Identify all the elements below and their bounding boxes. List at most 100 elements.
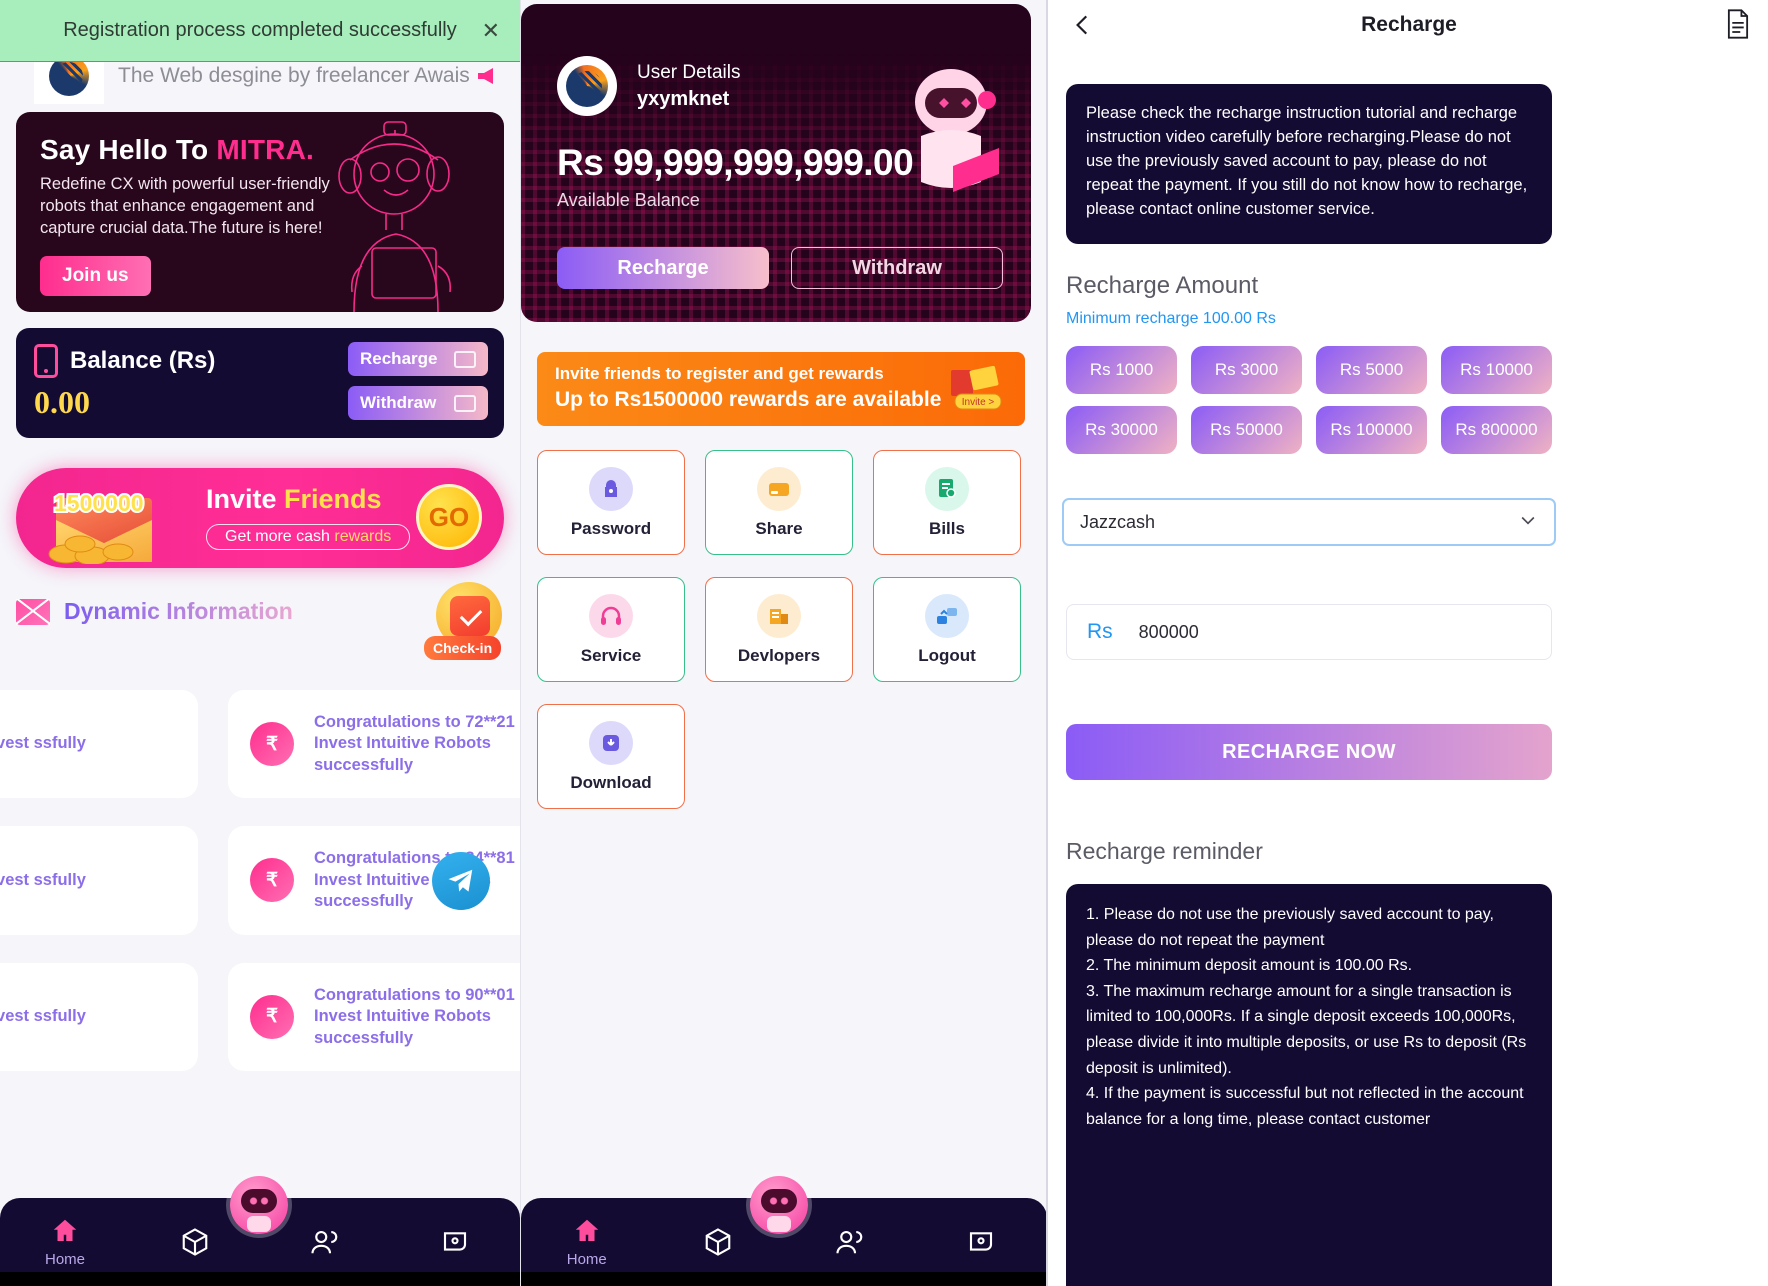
robot-body — [767, 1216, 791, 1232]
logout-icon — [925, 593, 969, 638]
mitra-promo-card: Say Hello To MITRA. Redefine CX with pow… — [16, 112, 504, 312]
cube-icon — [182, 1228, 208, 1256]
download-icon — [589, 720, 633, 765]
tile-share[interactable]: Share — [705, 450, 853, 555]
middle-home-panel: User Details yxymknet Rs 99,999,999,999.… — [520, 0, 1046, 1286]
dynamic-card: Congratulations to 90**01 Invest Intuiti… — [228, 962, 520, 1071]
tile-label: Service — [580, 645, 642, 665]
function-tiles-grid: Password Share Bills Service Devlopers L… — [537, 450, 1035, 809]
tile-bills[interactable]: Bills — [873, 450, 1021, 555]
nav-tab-home[interactable]: Home — [0, 1216, 130, 1268]
amount-chip-800000[interactable]: Rs 800000 — [1441, 406, 1552, 454]
recharge-amount-title: Recharge Amount — [1066, 272, 1259, 299]
user-details-label: User Details — [637, 61, 741, 83]
tile-password[interactable]: Password — [537, 450, 685, 555]
dynamic-text: *18 Invest ssfully — [0, 1007, 86, 1026]
reminder-line: 2. The minimum deposit amount is 100.00 … — [1086, 957, 1413, 975]
dynamic-text: *65 Invest ssfully — [0, 734, 86, 753]
tile-devlopers[interactable]: Devlopers — [705, 577, 853, 682]
recharge-reminder-box: 1. Please do not use the previously save… — [1066, 884, 1552, 1286]
nav-tab-home[interactable]: Home — [521, 1216, 653, 1268]
recharge-notice-text: Please check the recharge instruction tu… — [1086, 104, 1528, 218]
invite-banner-line2: Up to Rs1500000 rewards are available — [555, 388, 942, 411]
invite-rewards-banner[interactable]: Invite friends to register and get rewar… — [537, 352, 1025, 426]
recharge-button[interactable]: Recharge — [348, 342, 488, 376]
users-icon — [311, 1230, 338, 1254]
minimum-recharge-note: Minimum recharge 100.00 Rs — [1066, 310, 1276, 327]
nav-tab-team[interactable] — [784, 1216, 916, 1268]
reminder-line: 1. Please do not use the previously save… — [1086, 906, 1494, 949]
recharge-now-button[interactable]: RECHARGE NOW — [1066, 724, 1552, 780]
available-balance-value: Rs 99,999,999,999.00 — [557, 142, 914, 183]
amount-input-wrapper[interactable]: Rs 800000 — [1066, 604, 1552, 660]
tile-logout[interactable]: Logout — [873, 577, 1021, 682]
balance-label: Balance (Rs) — [70, 347, 216, 374]
withdraw-button[interactable]: Withdraw — [791, 247, 1003, 289]
amount-chip-50000[interactable]: Rs 50000 — [1191, 406, 1302, 454]
amount-chip-10000[interactable]: Rs 10000 — [1441, 346, 1552, 394]
brand-logo-icon — [49, 56, 89, 96]
robot-body — [247, 1216, 271, 1232]
document-icon[interactable] — [1724, 8, 1752, 40]
mail-icon — [16, 598, 50, 625]
wallet-icon — [250, 858, 294, 903]
coins-icon — [48, 535, 134, 564]
amount-input[interactable]: 800000 — [1139, 622, 1199, 643]
robot-mascot-icon — [915, 69, 999, 192]
recharge-notice: Please check the recharge instruction tu… — [1066, 84, 1552, 244]
assistant-robot-button[interactable] — [230, 1176, 288, 1234]
card-icon — [757, 466, 801, 511]
building-icon — [757, 593, 801, 638]
megaphone-icon — [478, 68, 493, 84]
assistant-robot-button[interactable] — [750, 1176, 808, 1234]
available-balance-label: Available Balance — [557, 190, 700, 210]
close-icon[interactable]: ✕ — [482, 19, 500, 42]
reminder-line: 4. If the payment is successful but not … — [1086, 1085, 1524, 1128]
amount-chip-100000[interactable]: Rs 100000 — [1316, 406, 1427, 454]
dynamic-text: Congratulations to 90**01 Invest Intuiti… — [314, 985, 515, 1047]
system-gesture-bar — [521, 1272, 1046, 1286]
chevron-down-icon — [1518, 510, 1538, 535]
lock-icon — [589, 466, 633, 511]
chevron-left-icon[interactable] — [1066, 8, 1100, 42]
tile-service[interactable]: Service — [537, 577, 685, 682]
invite-go-button[interactable]: GO — [416, 484, 482, 550]
dynamic-text: Congratulations to 72**21 Invest Intuiti… — [314, 713, 515, 774]
invite-reward-amount: 1500000 — [52, 488, 146, 518]
tile-label: Password — [570, 518, 652, 538]
tile-label: Logout — [918, 645, 976, 665]
payment-method-select[interactable]: Jazzcash — [1062, 498, 1556, 546]
nav-tab-profile[interactable] — [916, 1216, 1047, 1268]
check-in-button[interactable]: Check-in — [424, 582, 508, 660]
invite-sub-prefix: Get more cash — [225, 528, 335, 545]
dynamic-text: *25 Invest ssfully — [0, 870, 86, 889]
bill-icon — [925, 466, 969, 511]
amount-chip-5000[interactable]: Rs 5000 — [1316, 346, 1427, 394]
withdraw-button-label: Withdraw — [360, 393, 437, 412]
system-gesture-bar — [0, 1272, 520, 1286]
withdraw-button[interactable]: Withdraw — [348, 386, 488, 420]
robot-face-icon — [761, 1189, 797, 1213]
amount-chip-3000[interactable]: Rs 3000 — [1191, 346, 1302, 394]
recharge-button[interactable]: Recharge — [557, 247, 769, 289]
card-plus-icon — [454, 350, 476, 368]
tile-download[interactable]: Download — [537, 704, 685, 809]
dynamic-information-title: Dynamic Information — [64, 598, 293, 624]
wallet-icon — [250, 722, 294, 767]
nav-tab-profile[interactable] — [390, 1216, 520, 1268]
amount-chip-1000[interactable]: Rs 1000 — [1066, 346, 1177, 394]
invite-friends-banner[interactable]: 1500000 Invite Friends Get more cash rew… — [16, 468, 504, 568]
users-icon — [836, 1230, 862, 1254]
mitra-heading-prefix: Say Hello To — [40, 134, 217, 165]
invite-title-accent: Friends — [284, 484, 382, 514]
phone-icon — [34, 344, 58, 378]
amount-chip-30000[interactable]: Rs 30000 — [1066, 406, 1177, 454]
join-us-button[interactable]: Join us — [40, 255, 151, 296]
home-icon — [575, 1219, 598, 1241]
recharge-button-label: Recharge — [360, 349, 438, 368]
telegram-icon[interactable] — [432, 852, 490, 910]
list-item: *65 Invest ssfully Congratulations to 72… — [0, 690, 520, 799]
tile-label: Devlopers — [737, 645, 821, 665]
chat-icon — [443, 1232, 467, 1251]
username: yxymknet — [637, 87, 730, 110]
